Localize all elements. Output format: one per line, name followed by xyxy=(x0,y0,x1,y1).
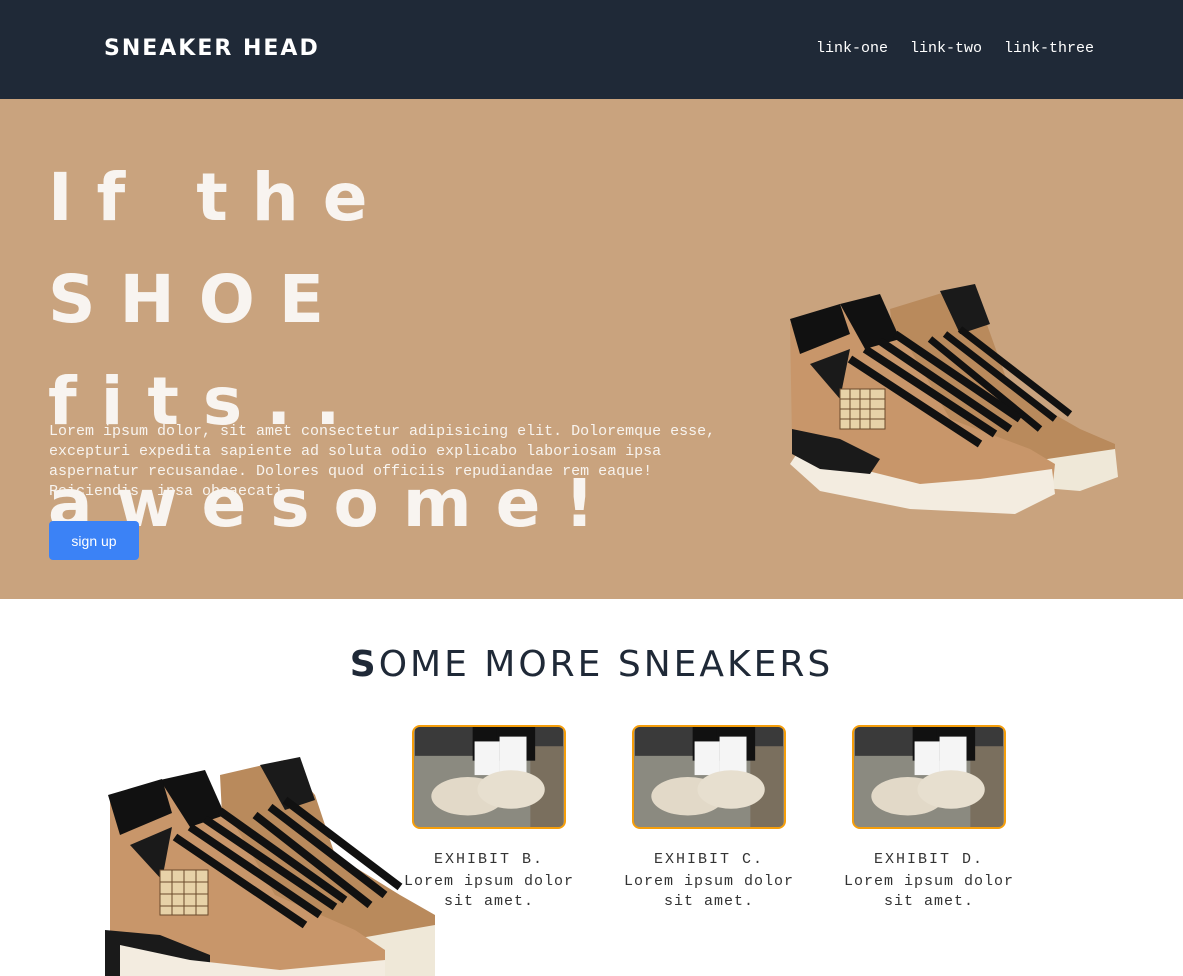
exhibit-card[interactable]: EXHIBIT C. Lorem ipsum dolor sit amet. xyxy=(614,725,804,912)
nav-link-two[interactable]: link-two xyxy=(910,40,982,57)
exhibit-description: Lorem ipsum dolor sit amet. xyxy=(843,873,1015,910)
exhibit-description: Lorem ipsum dolor sit amet. xyxy=(623,873,795,910)
hero-title-line-1: If the SHOE xyxy=(48,159,392,338)
exhibit-image[interactable] xyxy=(852,725,1006,829)
nav-links: link-one link-two link-three xyxy=(816,40,1094,57)
exhibit-card[interactable]: EXHIBIT B. Lorem ipsum dolor sit amet. xyxy=(394,725,584,912)
section-title-initial: S xyxy=(349,644,379,685)
hero-description: Lorem ipsum dolor, sit amet consectetur … xyxy=(49,423,716,500)
section-title-rest: OME MORE SNEAKERS xyxy=(378,644,834,685)
exhibit-description: Lorem ipsum dolor sit amet. xyxy=(403,873,575,910)
exhibit-caption: EXHIBIT B. xyxy=(433,851,544,868)
hero-section: If the SHOE fits.. awesome! Lorem ipsum … xyxy=(0,99,1183,599)
exhibit-image[interactable] xyxy=(412,725,566,829)
featured-sneaker-image xyxy=(105,757,435,976)
exhibit-image[interactable] xyxy=(632,725,786,829)
exhibit-caption: EXHIBIT D. xyxy=(873,851,984,868)
navbar: SNEAKER HEAD link-one link-two link-thre… xyxy=(0,0,1183,99)
section-title: SOME MORE SNEAKERS xyxy=(0,644,1183,685)
signup-button[interactable]: sign up xyxy=(49,521,139,560)
site-logo[interactable]: SNEAKER HEAD xyxy=(104,36,320,61)
hero-sneaker-image xyxy=(790,284,1118,514)
nav-link-one[interactable]: link-one xyxy=(816,40,888,57)
exhibit-card[interactable]: EXHIBIT D. Lorem ipsum dolor sit amet. xyxy=(834,725,1024,912)
nav-link-three[interactable]: link-three xyxy=(1004,40,1094,57)
exhibit-caption: EXHIBIT C. xyxy=(653,851,764,868)
